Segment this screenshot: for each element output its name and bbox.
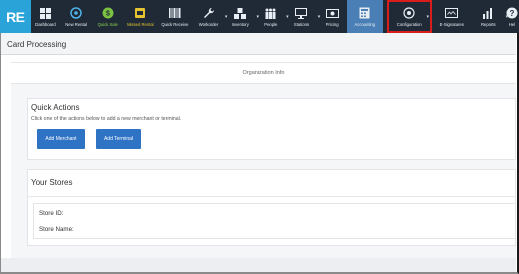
nav-workorder-label: Workorder xyxy=(198,21,219,27)
nav-stations-label: Stations xyxy=(293,21,310,27)
store-details-panel xyxy=(33,203,516,239)
quick-actions-description: Click one of the actions below to add a … xyxy=(31,116,182,122)
nav-people[interactable]: People ▾ xyxy=(256,0,289,33)
organization-info-tab[interactable]: Organization Info xyxy=(11,62,516,84)
divider xyxy=(27,196,516,197)
nav-e-signatures-label: E-Signatures xyxy=(439,21,464,27)
page-header: Card Processing xyxy=(1,33,516,55)
configuration-icon xyxy=(402,7,416,20)
nav-quick-sale[interactable]: $ Quick Sale xyxy=(92,0,124,33)
accounting-icon xyxy=(358,7,372,20)
nav-reports[interactable]: Reports ▾ xyxy=(472,0,508,33)
quick-sale-icon: $ xyxy=(101,7,115,20)
nav-pricing-label: Pricing xyxy=(325,21,339,27)
nav-workorder[interactable]: Workorder ▾ xyxy=(193,0,227,33)
nav-quick-sale-label: Quick Sale xyxy=(97,21,118,27)
add-merchant-button[interactable]: Add Merchant xyxy=(37,129,85,149)
dashboard-icon xyxy=(38,7,52,20)
your-stores-title: Your Stores xyxy=(31,178,73,187)
nav-help[interactable]: ? Hel xyxy=(505,0,519,33)
reports-icon xyxy=(481,7,495,20)
inventory-icon xyxy=(233,7,247,20)
e-signature-icon xyxy=(445,7,459,20)
nav-configuration-label: Configuration xyxy=(396,21,422,27)
nav-help-label: Hel xyxy=(508,21,516,27)
nav-quick-receive-label: Quick Receive xyxy=(161,21,189,27)
barcode-icon xyxy=(168,7,182,20)
nav-configuration[interactable]: Configuration ▾ xyxy=(386,0,432,33)
nav-pricing[interactable]: Pricing ▾ xyxy=(317,0,350,33)
bottom-strip xyxy=(1,258,516,272)
top-navigation-bar: RE Dashboard New Rental $ Quick Sale Mis… xyxy=(0,0,519,33)
nav-reports-label: Reports xyxy=(480,21,496,27)
add-terminal-button[interactable]: Add Terminal xyxy=(96,129,141,149)
chevron-down-icon[interactable]: ▾ xyxy=(426,14,429,20)
svg-text:$: $ xyxy=(106,11,110,18)
help-icon: ? xyxy=(505,7,519,20)
new-rental-icon xyxy=(69,7,83,20)
nav-inventory[interactable]: Inventory ▾ xyxy=(224,0,259,33)
nav-missed-rental-label: Missed Rental xyxy=(127,21,154,27)
nav-inventory-label: Inventory xyxy=(231,21,249,27)
nav-stations[interactable]: Stations ▾ xyxy=(286,0,320,33)
organization-info-label: Organization Info xyxy=(242,70,285,76)
nav-accounting-label: Accounting xyxy=(354,21,376,27)
wrench-icon xyxy=(202,7,216,20)
missed-rental-icon xyxy=(133,7,147,20)
people-icon xyxy=(264,7,278,20)
nav-quick-receive[interactable]: Quick Receive xyxy=(157,0,193,33)
svg-text:?: ? xyxy=(510,9,515,18)
pricing-icon xyxy=(325,7,339,20)
nav-e-signatures[interactable]: E-Signatures xyxy=(432,0,472,33)
nav-new-rental[interactable]: New Rental xyxy=(60,0,92,33)
nav-dashboard[interactable]: Dashboard xyxy=(31,0,61,33)
nav-missed-rental[interactable]: Missed Rental xyxy=(124,0,158,33)
quick-actions-title: Quick Actions xyxy=(31,103,80,112)
page-title: Card Processing xyxy=(7,40,67,49)
nav-dashboard-label: Dashboard xyxy=(35,21,56,27)
store-id-label: Store ID: xyxy=(39,210,64,217)
nav-people-label: People xyxy=(264,21,278,27)
nav-new-rental-label: New Rental xyxy=(65,21,87,27)
app-logo[interactable]: RE xyxy=(0,0,31,33)
monitor-icon xyxy=(294,7,308,20)
store-name-label: Store Name: xyxy=(39,226,74,233)
nav-accounting[interactable]: Accounting xyxy=(346,0,383,33)
